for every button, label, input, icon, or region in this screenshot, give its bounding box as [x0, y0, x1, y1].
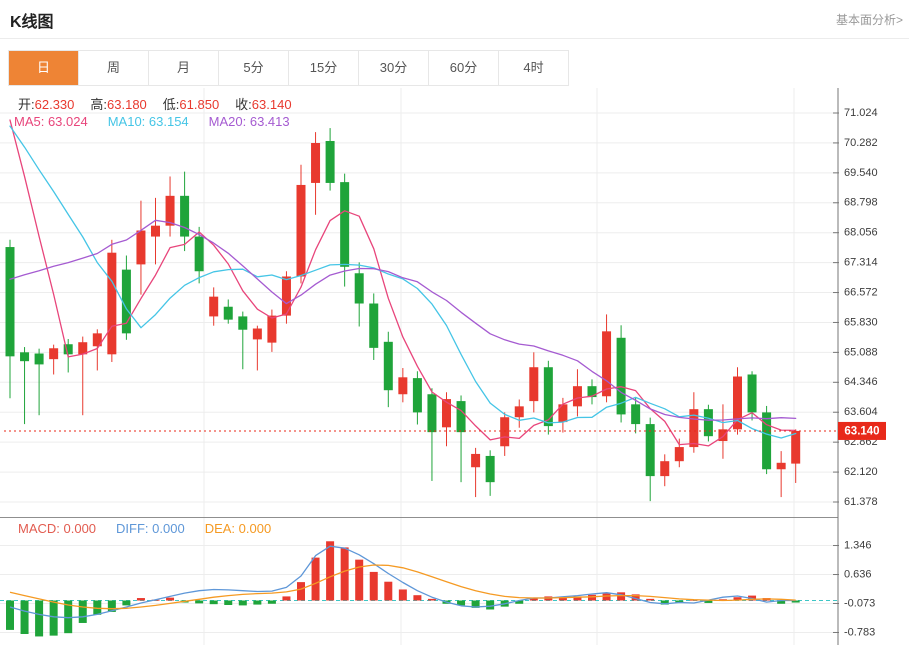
- svg-text:67.314: 67.314: [844, 257, 878, 269]
- tab-日[interactable]: 日: [9, 51, 79, 85]
- tab-30分[interactable]: 30分: [359, 51, 429, 85]
- kline-page: K线图 基本面分析> 日周月5分15分30分60分4时 71.024 70.282…: [0, 0, 909, 645]
- ohlc-label: 高:: [90, 97, 107, 112]
- svg-text:-0.783: -0.783: [844, 626, 875, 638]
- svg-text:71.024: 71.024: [844, 107, 878, 119]
- svg-text:62.120: 62.120: [844, 466, 878, 478]
- page-title: K线图: [10, 8, 54, 32]
- ohlc-label: 低:: [163, 97, 180, 112]
- svg-text:66.572: 66.572: [844, 286, 878, 298]
- macd-legend-item: MACD: 0.000: [18, 521, 96, 536]
- svg-text:68.056: 68.056: [844, 227, 878, 239]
- ohlc-label: 开:: [18, 97, 35, 112]
- ma-legend: MA5: 63.024 MA10: 63.154 MA20: 63.413: [14, 114, 310, 129]
- svg-text:64.346: 64.346: [844, 376, 878, 388]
- ma-legend-item: MA5: 63.024: [14, 114, 88, 129]
- ohlc-label: 收:: [235, 97, 252, 112]
- ohlc-value: 62.330: [35, 97, 75, 112]
- ohlc-value: 63.140: [252, 97, 292, 112]
- svg-text:65.088: 65.088: [844, 346, 878, 358]
- tab-月[interactable]: 月: [149, 51, 219, 85]
- svg-text:65.830: 65.830: [844, 316, 878, 328]
- candles: [6, 128, 801, 501]
- tab-15分[interactable]: 15分: [289, 51, 359, 85]
- macd-legend-item: DEA: 0.000: [205, 521, 272, 536]
- tab-4时[interactable]: 4时: [499, 51, 568, 85]
- tab-周[interactable]: 周: [79, 51, 149, 85]
- interval-tabs: 日周月5分15分30分60分4时: [8, 50, 569, 86]
- tab-5分[interactable]: 5分: [219, 51, 289, 85]
- ohlc-value: 61.850: [179, 97, 219, 112]
- svg-text:61.378: 61.378: [844, 496, 878, 508]
- svg-text:69.540: 69.540: [844, 167, 878, 179]
- svg-text:63.604: 63.604: [844, 406, 878, 418]
- ma-legend-item: MA20: 63.413: [209, 114, 290, 129]
- svg-text:0.636: 0.636: [844, 568, 872, 580]
- tab-60分[interactable]: 60分: [429, 51, 499, 85]
- macd-legend-item: DIFF: 0.000: [116, 521, 185, 536]
- svg-text:63.140: 63.140: [844, 425, 879, 437]
- last-price-tag: 63.140: [838, 422, 886, 440]
- macd-histogram: [6, 541, 800, 636]
- ma-legend-item: MA10: 63.154: [108, 114, 189, 129]
- main-candlestick-chart[interactable]: 71.024 70.282 69.540 68.798 68.056 67.314 66.5…: [0, 88, 909, 517]
- ohlc-readout: 开:62.330 高:63.180 低:61.850 收:63.140: [18, 94, 308, 113]
- diff-line: [10, 546, 796, 618]
- svg-text:-0.073: -0.073: [844, 597, 875, 609]
- fundamental-analysis-link[interactable]: 基本面分析>: [836, 11, 903, 28]
- svg-text:68.798: 68.798: [844, 197, 878, 209]
- svg-text:70.282: 70.282: [844, 137, 878, 149]
- header-bar: [0, 0, 909, 39]
- macd-legend: MACD: 0.000 DIFF: 0.000 DEA: 0.000: [18, 521, 291, 536]
- svg-text:1.346: 1.346: [844, 539, 872, 551]
- macd-chart[interactable]: 1.346 0.636 -0.073 -0.783: [0, 517, 909, 645]
- ohlc-value: 63.180: [107, 97, 147, 112]
